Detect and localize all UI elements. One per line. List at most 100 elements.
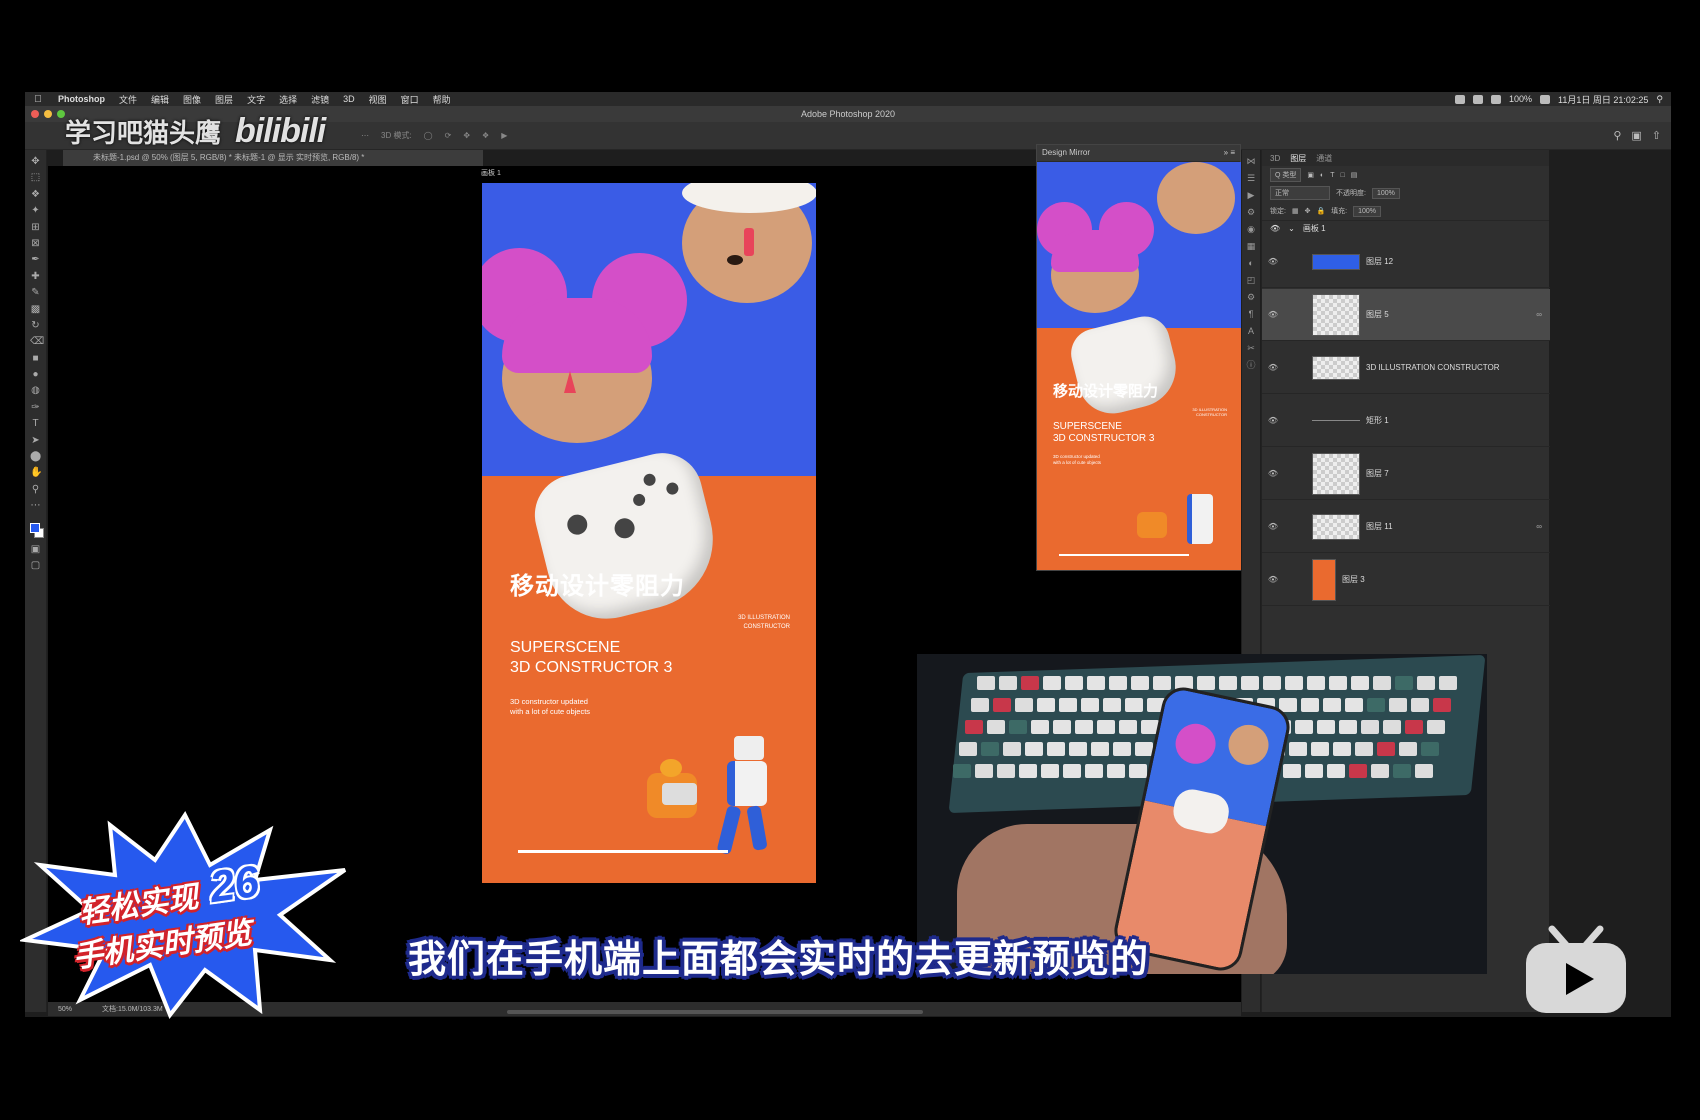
menu-select[interactable]: 选择	[272, 93, 304, 106]
filter-smart-icon[interactable]: ▤	[1351, 171, 1358, 179]
blur-tool-icon[interactable]: ●	[30, 369, 41, 380]
styles-icon[interactable]: ◰	[1246, 275, 1256, 285]
pen-tool-icon[interactable]: ✑	[30, 402, 41, 413]
info-icon[interactable]: ⓘ	[1246, 360, 1256, 370]
design-mirror-panel[interactable]: Design Mirror » ≡ 移动设计零阻力 3D ILLUSTRATIO…	[1036, 144, 1241, 571]
tab-channels[interactable]: 通道	[1316, 153, 1332, 164]
zoom-tool-icon[interactable]: ⚲	[30, 484, 41, 495]
clock[interactable]: 11月1日 周日 21:02:25	[1558, 93, 1648, 106]
color-icon[interactable]: ◉	[1246, 224, 1256, 234]
dodge-tool-icon[interactable]: ◍	[30, 385, 41, 396]
layer-row[interactable]: 👁 图层 11 ∞	[1262, 501, 1550, 553]
eyedropper-icon[interactable]: ✒	[30, 254, 41, 265]
visibility-eye-icon[interactable]: 👁	[1262, 575, 1284, 584]
menu-app[interactable]: Photoshop	[51, 94, 112, 104]
layer-group-artboard[interactable]: 👁 ⌄ 画板 1	[1262, 220, 1549, 236]
roll-icon[interactable]: ⟳	[439, 131, 458, 140]
slide-icon[interactable]: ❖	[476, 131, 495, 140]
fill-input[interactable]: 100%	[1353, 205, 1382, 217]
crop-tool-icon[interactable]: ⊞	[30, 222, 41, 233]
apple-icon[interactable]: 	[25, 94, 51, 105]
orbit-icon[interactable]: ◯	[418, 131, 439, 140]
mirror-panel-icon[interactable]: ⋈	[1246, 156, 1256, 166]
artboard-label[interactable]: 画板 1	[481, 168, 501, 178]
lock-position-icon[interactable]: ✥	[1305, 207, 1311, 215]
spotlight-icon[interactable]: ⚲	[1656, 94, 1663, 105]
visibility-eye-icon[interactable]: 👁	[1270, 224, 1280, 233]
lock-all-icon[interactable]: 🔒	[1316, 207, 1325, 215]
blend-mode-select[interactable]: 正常	[1270, 186, 1330, 200]
opacity-input[interactable]: 100%	[1371, 187, 1400, 199]
character-icon[interactable]: A	[1246, 326, 1256, 336]
healing-brush-icon[interactable]: ✚	[30, 271, 41, 282]
history-icon[interactable]: ☰	[1246, 173, 1256, 183]
menu-3d[interactable]: 3D	[336, 94, 362, 104]
layer-row[interactable]: 👁 图层 12	[1262, 236, 1550, 288]
volume-icon[interactable]	[1540, 94, 1551, 104]
more-options-icon[interactable]: ⋯	[355, 131, 375, 140]
layer-filter-select[interactable]: Q 类型	[1270, 168, 1302, 182]
layer-row[interactable]: 👁 图层 3	[1262, 554, 1550, 606]
foreground-color[interactable]	[29, 522, 40, 533]
history-brush-icon[interactable]: ↻	[30, 320, 41, 331]
visibility-eye-icon[interactable]: 👁	[1262, 310, 1284, 319]
filter-pixel-icon[interactable]: ▣	[1307, 171, 1314, 179]
panel-menu-icon[interactable]: » ≡	[1224, 145, 1240, 161]
visibility-eye-icon[interactable]: 👁	[1262, 416, 1284, 425]
document-tab[interactable]: 未标题-1.psd @ 50% (图层 5, RGB/8) * 未标题-1 @ …	[63, 150, 483, 166]
stamp-tool-icon[interactable]: ▩	[30, 304, 41, 315]
properties-icon[interactable]: ⚙	[1246, 207, 1256, 217]
link-icon[interactable]: ∞	[1536, 522, 1550, 531]
workspace-icon[interactable]: ▣	[1631, 129, 1641, 142]
wifi-icon[interactable]	[1490, 94, 1501, 104]
tools-icon[interactable]: ✂	[1246, 343, 1256, 353]
layer-row[interactable]: 👁 图层 7	[1262, 448, 1550, 500]
visibility-eye-icon[interactable]: 👁	[1262, 363, 1284, 372]
app-tray-icon[interactable]	[1472, 94, 1483, 104]
filter-shape-icon[interactable]: □	[1341, 172, 1345, 179]
horizontal-scrollbar[interactable]	[507, 1010, 923, 1014]
marquee-tool-icon[interactable]: ⬚	[30, 172, 41, 183]
tab-layers[interactable]: 图层	[1290, 153, 1306, 164]
video-camera-icon[interactable]: ▶	[495, 131, 513, 140]
visibility-eye-icon[interactable]: 👁	[1262, 469, 1284, 478]
type-tool-icon[interactable]: T	[30, 418, 41, 429]
paragraph-icon[interactable]: ¶	[1246, 309, 1256, 319]
close-window-icon[interactable]	[31, 110, 39, 118]
zoom-window-icon[interactable]	[57, 110, 65, 118]
actions-icon[interactable]: ▶	[1246, 190, 1256, 200]
frame-tool-icon[interactable]: ⊠	[30, 238, 41, 249]
pan-icon[interactable]: ✥	[457, 131, 476, 140]
minimize-window-icon[interactable]	[44, 110, 52, 118]
artboard[interactable]: 移动设计零阻力 3D ILLUSTRATION CONSTRUCTOR SUPE…	[482, 183, 816, 883]
screen-mode-icon[interactable]: ▢	[30, 560, 41, 571]
layer-row[interactable]: 👁 3D ILLUSTRATION CONSTRUCTOR	[1262, 342, 1550, 394]
move-tool-icon[interactable]: ✥	[30, 156, 41, 167]
menu-type[interactable]: 文字	[240, 93, 272, 106]
share-icon[interactable]: ⇧	[1652, 129, 1661, 142]
menu-help[interactable]: 帮助	[426, 93, 458, 106]
tab-3d[interactable]: 3D	[1270, 154, 1280, 163]
brush-tool-icon[interactable]: ✎	[30, 287, 41, 298]
eraser-icon[interactable]: ⌫	[30, 336, 44, 347]
shape-tool-icon[interactable]: ⬤	[30, 451, 41, 462]
menu-layer[interactable]: 图层	[208, 93, 240, 106]
menu-file[interactable]: 文件	[112, 93, 144, 106]
menu-image[interactable]: 图像	[176, 93, 208, 106]
link-icon[interactable]: ∞	[1536, 310, 1550, 319]
path-select-icon[interactable]: ➤	[30, 435, 41, 446]
menu-filter[interactable]: 滤镜	[304, 93, 336, 106]
menu-window[interactable]: 窗口	[394, 93, 426, 106]
layer-row[interactable]: 👁 图层 5 ∞	[1262, 289, 1550, 341]
filter-type-icon[interactable]: T	[1330, 172, 1334, 179]
search-icon[interactable]: ⚲	[1613, 129, 1621, 142]
gradient-tool-icon[interactable]: ■	[30, 353, 41, 364]
libraries-icon[interactable]: ⚙	[1246, 292, 1256, 302]
quick-mask-icon[interactable]: ▣	[30, 544, 41, 555]
filter-adjust-icon[interactable]: ◐	[1320, 172, 1324, 179]
swatches-icon[interactable]: ▦	[1246, 241, 1256, 251]
menu-edit[interactable]: 编辑	[144, 93, 176, 106]
lock-pixels-icon[interactable]: ▦	[1292, 207, 1299, 215]
visibility-eye-icon[interactable]: 👁	[1262, 522, 1284, 531]
color-swatches[interactable]	[28, 521, 44, 539]
